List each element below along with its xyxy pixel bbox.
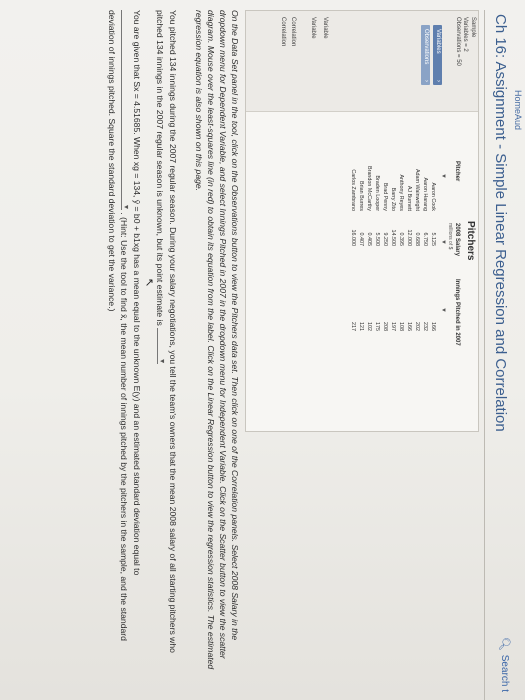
sort-triangle-icon[interactable]: ▼ — [440, 173, 446, 179]
variables-count: Variables = 2 — [462, 17, 468, 52]
instruction-paragraph-2: You pitched 134 innings during the 2007 … — [154, 10, 179, 670]
innings-value: 217 — [350, 322, 356, 331]
table-row[interactable]: Carlos Zambrano 16.000 217 — [349, 131, 356, 351]
salary-value: 6.750 — [422, 232, 428, 247]
innings-value: 102 — [366, 322, 372, 331]
salary-value: 9.250 — [382, 232, 388, 247]
innings-value: 197 — [390, 322, 396, 331]
table-row[interactable]: Brandon McCarthy 0.405 102 — [365, 131, 372, 351]
breadcrumb[interactable]: HomeAud — [513, 90, 523, 130]
pitcher-name: Braden Looper — [374, 175, 380, 211]
tool-left-panel: Sample Variables = 2 Observations = 50 V… — [246, 11, 478, 112]
page-title: Ch 16: Assignment - Simple Linear Regres… — [492, 14, 509, 432]
left-item-correlation-2[interactable]: Correlation — [280, 17, 286, 46]
observations-button-label: Observations — [423, 29, 429, 65]
table-row[interactable]: Braden Looper 5.500 175 — [373, 131, 380, 351]
standard-deviation-dropdown[interactable] — [121, 10, 131, 210]
pitcher-name: AJ Burnett — [406, 185, 412, 211]
panel-title: Pitchers — [465, 221, 476, 261]
rotated-page: HomeAud 🔍︎ Search t Ch 16: Assignment - … — [0, 0, 525, 700]
sample-label: Sample — [470, 17, 476, 38]
innings-value: 175 — [374, 322, 380, 331]
search-control[interactable]: 🔍︎ Search t — [498, 637, 511, 692]
column-header-innings: Innings Pitched in 2007 — [454, 279, 460, 346]
instruction-paragraph-1: On the Data Set panel in the tool, click… — [194, 10, 240, 670]
pitcher-name: Aaron Cook — [430, 182, 436, 211]
innings-value: 208 — [382, 322, 388, 331]
chevron-right-icon: › — [435, 80, 441, 82]
table-row[interactable]: Adam Wainwright 0.688 202 — [413, 131, 420, 351]
point-estimate-dropdown[interactable] — [157, 328, 167, 365]
search-icon: 🔍︎ — [498, 636, 510, 651]
observations-count: Observations = 50 — [455, 17, 461, 66]
pitcher-name: Adam Wainwright — [414, 168, 420, 211]
pitcher-name: Brad Penny — [382, 182, 388, 211]
innings-value: 166 — [406, 322, 412, 331]
table-row[interactable]: Brad Penny 9.250 208 — [381, 131, 388, 351]
pitcher-name: Brandon McCarthy — [366, 166, 372, 211]
observations-button[interactable]: Observations › — [421, 25, 430, 85]
salary-value: 0.395 — [398, 232, 404, 247]
data-set-tool: Sample Variables = 2 Observations = 50 V… — [245, 10, 479, 432]
salary-value: 12.000 — [406, 229, 412, 247]
left-item-variable-1[interactable]: Variable — [322, 17, 328, 39]
table-row[interactable]: Barry Zito 14.500 197 — [389, 131, 396, 351]
salary-value: 14.500 — [390, 229, 396, 247]
salary-value: 0.405 — [366, 232, 372, 247]
table-row[interactable]: AJ Burnett 12.000 166 — [405, 131, 412, 351]
divider — [484, 10, 485, 700]
instruction-paragraph-3-text: You are given that Sx = 4.51685. When xg… — [132, 10, 142, 576]
innings-value: 202 — [414, 322, 420, 331]
table-row[interactable]: Anthony Reyes 0.395 108 — [397, 131, 404, 351]
left-item-variable-2[interactable]: Variable — [310, 17, 316, 39]
innings-value: 108 — [398, 322, 404, 331]
innings-value: 166 — [430, 322, 436, 331]
pitcher-name: Barry Zito — [390, 187, 396, 211]
innings-value: 232 — [422, 322, 428, 331]
salary-value: 5.125 — [430, 232, 436, 247]
pitcher-name: Aaron Harang — [422, 177, 428, 211]
pitcher-name: Brian Burres — [358, 181, 364, 211]
sort-triangle-icon[interactable]: ▼ — [440, 307, 446, 313]
instruction-paragraph-3: You are given that Sx = 4.51685. When xg… — [106, 10, 143, 670]
table-row[interactable]: Aaron Cook 5.125 166 — [429, 131, 436, 351]
chevron-right-icon: › — [423, 80, 429, 82]
salary-value: 5.500 — [374, 232, 380, 247]
column-header-pitcher: Pitcher — [454, 161, 460, 182]
table-row[interactable]: Brian Burres 0.407 121 — [357, 131, 364, 351]
salary-value: 0.407 — [358, 232, 364, 247]
salary-value: 0.688 — [414, 232, 420, 247]
salary-value: 16.000 — [350, 229, 356, 247]
sort-triangle-icon[interactable]: ▼ — [440, 239, 446, 245]
column-subheader-salary: millions of $ — [447, 223, 453, 250]
variables-button-label: Variables — [435, 29, 441, 54]
innings-value: 121 — [358, 322, 364, 331]
pitcher-name: Anthony Reyes — [398, 174, 404, 211]
pitcher-name: Carlos Zambrano — [350, 169, 356, 211]
variables-button[interactable]: Variables › — [433, 25, 442, 85]
table-row[interactable]: Aaron Harang 6.750 232 — [421, 131, 428, 351]
mouse-pointer-icon: ↖ — [143, 278, 155, 288]
left-item-correlation-1[interactable]: Correlation — [290, 17, 296, 46]
column-header-salary: 2008 Salary — [454, 223, 460, 257]
search-label: Search t — [499, 654, 510, 692]
